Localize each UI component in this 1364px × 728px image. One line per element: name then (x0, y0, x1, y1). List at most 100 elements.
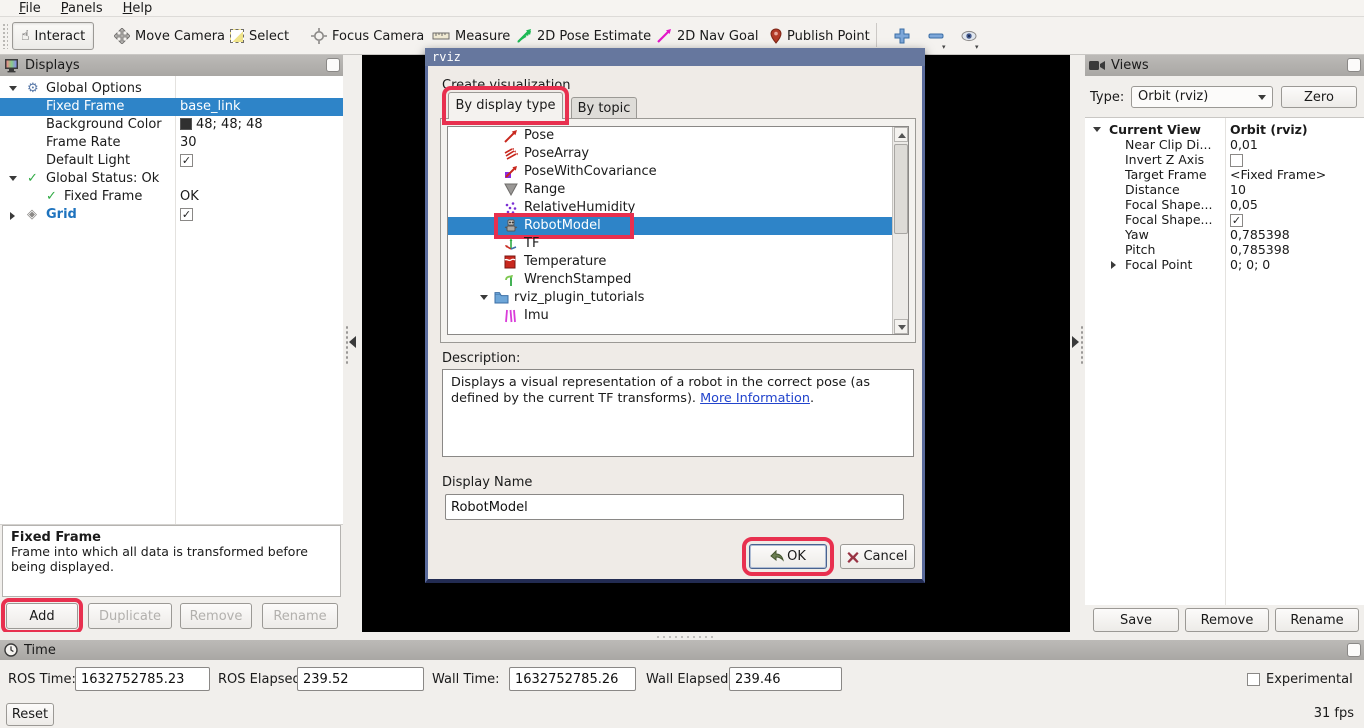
horizontal-splitter[interactable] (0, 632, 1364, 640)
list-item-robotmodel-selected[interactable]: RobotModel (448, 213, 894, 239)
property-value[interactable]: base_link (180, 99, 240, 114)
property-value[interactable]: 0,05 (1230, 197, 1258, 212)
list-item-relativehumidity[interactable]: RelativeHumidity (448, 199, 894, 217)
tool-properties-button[interactable] (953, 22, 985, 50)
splitter-grip[interactable] (1080, 325, 1084, 365)
view-row-pitch[interactable]: Pitch 0,785398 (1085, 242, 1364, 257)
tool-interact[interactable]: ☝ Interact (12, 22, 95, 50)
list-item-range[interactable]: Range (448, 181, 894, 199)
time-panel-header[interactable]: Time (0, 640, 1364, 660)
property-value[interactable]: 30 (180, 135, 197, 150)
property-value[interactable]: 0,01 (1230, 137, 1258, 152)
rename-view-button[interactable]: Rename (1275, 608, 1359, 632)
list-item-posearray[interactable]: PoseArray (448, 145, 894, 163)
expander-icon[interactable] (10, 212, 15, 220)
list-item-pose[interactable]: Pose (448, 127, 894, 145)
views-tree[interactable]: Current View Orbit (rviz) Near Clip Di..… (1085, 117, 1364, 605)
tool-move-camera[interactable]: Move Camera (106, 22, 233, 50)
save-button[interactable]: Save (1093, 608, 1179, 632)
checkbox-checked[interactable]: ✓ (180, 154, 193, 167)
tool-publish-point[interactable]: Publish Point (762, 22, 878, 50)
display-type-list[interactable]: Pose PoseArray PoseWithCovariance Range … (447, 126, 909, 335)
list-item-posewithcovariance[interactable]: PoseWithCovariance (448, 163, 894, 181)
remove-view-button[interactable]: Remove (1185, 608, 1269, 632)
view-row-focal-shape-fixed[interactable]: Focal Shape... ✓ (1085, 212, 1364, 227)
tree-row-grid[interactable]: ◈ Grid ✓ (0, 206, 343, 224)
tool-focus-camera[interactable]: Focus Camera (303, 22, 432, 50)
remove-button[interactable]: Remove (180, 603, 252, 629)
property-value[interactable]: 10 (1230, 182, 1246, 197)
wall-time-input[interactable] (509, 667, 636, 691)
list-item-imu[interactable]: Imu (448, 307, 894, 325)
float-button[interactable] (1347, 643, 1361, 657)
view-type-select[interactable]: Orbit (rviz) (1131, 86, 1273, 108)
zero-button[interactable]: Zero (1281, 86, 1357, 108)
checkbox-checked[interactable]: ✓ (180, 208, 193, 221)
view-row-yaw[interactable]: Yaw 0,785398 (1085, 227, 1364, 242)
experimental-checkbox[interactable] (1247, 673, 1260, 686)
view-row-distance[interactable]: Distance 10 (1085, 182, 1364, 197)
float-button[interactable] (1347, 58, 1361, 72)
property-value[interactable]: 0,785398 (1230, 242, 1290, 257)
wall-elapsed-input[interactable] (729, 667, 842, 691)
collapse-right-icon[interactable] (1072, 336, 1079, 348)
tool-2d-pose-estimate[interactable]: 2D Pose Estimate (508, 22, 659, 50)
menu-help[interactable]: Help (114, 1, 162, 16)
views-panel-header[interactable]: Views (1085, 55, 1364, 76)
menu-file[interactable]: File (10, 1, 50, 16)
chevron-down-icon[interactable]: ▾ (975, 43, 979, 51)
more-information-link[interactable]: More Information (700, 391, 810, 406)
tab-by-topic[interactable]: By topic (571, 97, 637, 119)
view-row-current-view[interactable]: Current View Orbit (rviz) (1085, 122, 1364, 137)
add-tool-button[interactable] (886, 22, 918, 50)
checkbox-unchecked[interactable] (1230, 154, 1243, 167)
remove-tool-button[interactable] (920, 22, 952, 50)
view-row-focal-point[interactable]: Focal Point 0; 0; 0 (1085, 257, 1364, 272)
dialog-titlebar[interactable]: rviz (425, 48, 925, 66)
scrollbar-thumb[interactable] (894, 144, 908, 234)
tree-row-fixed-frame[interactable]: Fixed Frame base_link (0, 98, 343, 116)
property-value[interactable]: <Fixed Frame> (1230, 167, 1326, 182)
expander-icon[interactable] (480, 295, 488, 300)
ros-elapsed-input[interactable] (297, 667, 424, 691)
property-value[interactable]: 0; 0; 0 (1230, 257, 1270, 272)
property-value[interactable]: 0,785398 (1230, 227, 1290, 242)
tree-row-fixed-frame-status[interactable]: ✓ Fixed Frame OK (0, 188, 343, 206)
tab-by-display-type[interactable]: By display type (442, 86, 569, 125)
collapse-left-icon[interactable] (349, 336, 356, 348)
checkbox-checked[interactable]: ✓ (1230, 214, 1243, 227)
splitter-grip[interactable] (655, 635, 713, 638)
tree-row-global-options[interactable]: ⚙ Global Options (0, 80, 343, 98)
view-row-focal-shape-size[interactable]: Focal Shape... 0,05 (1085, 197, 1364, 212)
tree-row-frame-rate[interactable]: Frame Rate 30 (0, 134, 343, 152)
list-item-temperature[interactable]: Temperature (448, 253, 894, 271)
view-row-invert-z[interactable]: Invert Z Axis (1085, 152, 1364, 167)
expander-icon[interactable] (1093, 127, 1101, 132)
duplicate-button[interactable]: Duplicate (88, 603, 172, 629)
menu-panels[interactable]: Panels (52, 1, 112, 16)
displays-tree[interactable]: ⚙ Global Options Fixed Frame base_link B… (0, 76, 343, 525)
expander-icon[interactable] (1111, 261, 1116, 269)
right-splitter[interactable] (1070, 55, 1085, 632)
tool-2d-nav-goal[interactable]: 2D Nav Goal (648, 22, 767, 50)
scroll-up-button[interactable] (894, 127, 908, 142)
rename-button[interactable]: Rename (262, 603, 338, 629)
list-item-tf[interactable]: TF (448, 235, 894, 253)
view-row-near-clip[interactable]: Near Clip Di... 0,01 (1085, 137, 1364, 152)
toolbar-grip[interactable] (2, 23, 8, 49)
expander-icon[interactable] (9, 176, 17, 181)
left-splitter[interactable] (343, 55, 362, 632)
scrollbar[interactable] (892, 127, 908, 334)
tool-select[interactable]: Select (222, 22, 297, 50)
view-row-target-frame[interactable]: Target Frame <Fixed Frame> (1085, 167, 1364, 182)
add-button[interactable]: Add (1, 598, 83, 634)
chevron-down-icon[interactable]: ▾ (942, 43, 946, 51)
tree-row-default-light[interactable]: Default Light ✓ (0, 152, 343, 170)
ok-button[interactable]: OK (742, 537, 834, 576)
displays-panel-header[interactable]: Displays (0, 55, 343, 76)
list-item-rviz-plugin-tutorials[interactable]: rviz_plugin_tutorials (448, 289, 894, 307)
display-name-input[interactable] (445, 494, 904, 520)
ros-time-input[interactable] (75, 667, 210, 691)
cancel-button[interactable]: Cancel (840, 544, 915, 569)
float-button[interactable] (326, 58, 340, 72)
